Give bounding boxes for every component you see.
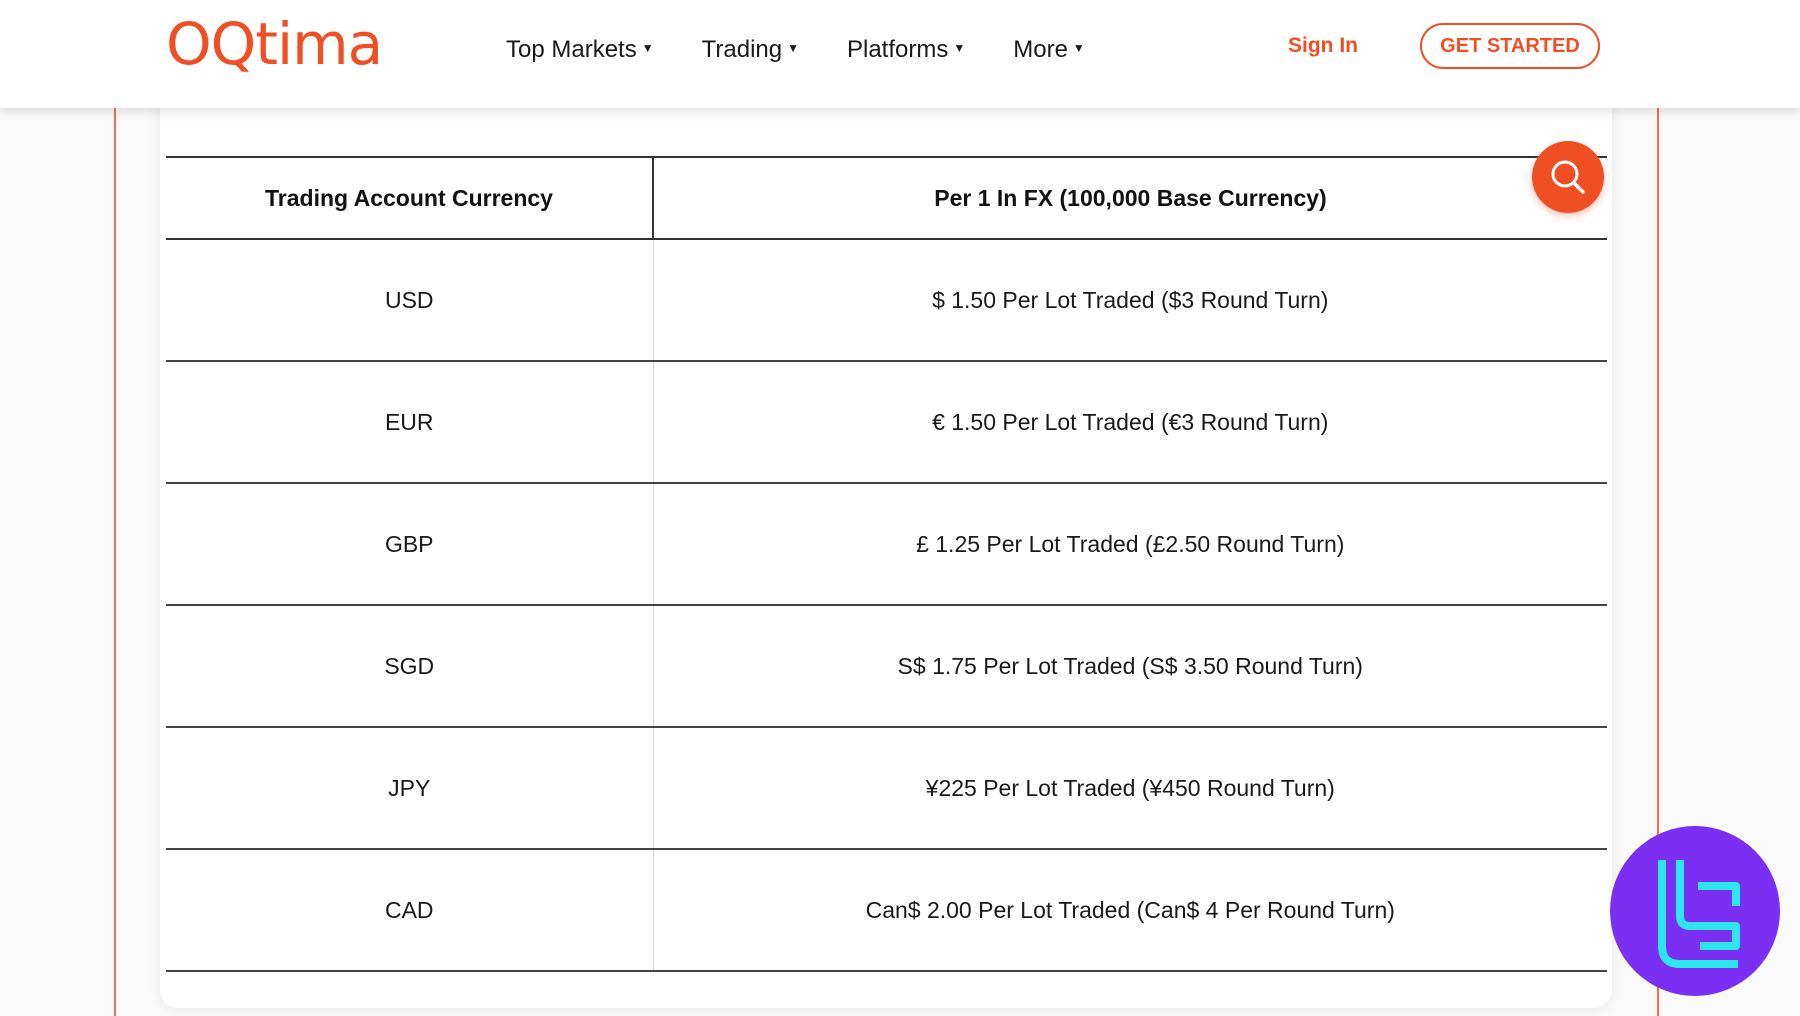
nav-platforms[interactable]: Platforms ▼ [847,30,965,70]
commission-cell: £ 1.25 Per Lot Traded (£2.50 Round Turn) [653,483,1607,606]
table-row: CAD Can$ 2.00 Per Lot Traded (Can$ 4 Per… [166,849,1607,972]
nav-label: Trading [701,36,783,63]
caret-down-icon: ▼ [641,41,654,55]
nav-label: More [1013,36,1068,63]
column-header-commission: Per 1 In FX (100,000 Base Currency) [653,156,1607,240]
brand-badge-icon [1658,860,1740,968]
search-icon [1551,160,1585,194]
nav-trading[interactable]: Trading ▼ [702,30,799,70]
currency-cell: SGD [166,605,654,728]
currency-cell: GBP [166,483,654,606]
frame-line-left [114,108,116,1016]
get-started-button[interactable]: GET STARTED [1420,23,1600,69]
currency-cell: CAD [166,849,654,972]
caret-down-icon: ▼ [953,41,966,55]
table-row: SGD S$ 1.75 Per Lot Traded (S$ 3.50 Roun… [166,605,1607,728]
logo[interactable]: OQtima [166,14,383,74]
commission-cell: ¥225 Per Lot Traded (¥450 Round Turn) [653,727,1607,850]
commission-cell: Can$ 2.00 Per Lot Traded (Can$ 4 Per Rou… [653,849,1607,972]
commission-table: Trading Account Currency Per 1 In FX (10… [166,156,1607,972]
brand-badge[interactable] [1610,826,1780,996]
currency-cell: USD [166,239,654,362]
table-row: JPY ¥225 Per Lot Traded (¥450 Round Turn… [166,727,1607,850]
table-row: USD $ 1.50 Per Lot Traded ($3 Round Turn… [166,239,1607,362]
currency-cell: JPY [166,727,654,850]
caret-down-icon: ▼ [1072,41,1085,55]
commission-cell: $ 1.50 Per Lot Traded ($3 Round Turn) [653,239,1607,362]
site-header: OQtima Top Markets ▼ Trading ▼ Platforms… [0,0,1800,108]
column-header-currency: Trading Account Currency [166,156,654,240]
nav-top-markets[interactable]: Top Markets ▼ [506,30,654,70]
currency-cell: EUR [166,361,654,484]
search-button[interactable] [1532,141,1604,213]
sign-in-link[interactable]: Sign In [1288,34,1358,58]
table-header-row: Trading Account Currency Per 1 In FX (10… [166,156,1607,240]
commission-cell: S$ 1.75 Per Lot Traded (S$ 3.50 Round Tu… [653,605,1607,728]
caret-down-icon: ▼ [787,41,799,55]
table-row: GBP £ 1.25 Per Lot Traded (£2.50 Round T… [166,483,1607,606]
table-row: EUR € 1.50 Per Lot Traded (€3 Round Turn… [166,361,1607,484]
main-nav: Top Markets ▼ Trading ▼ Platforms ▼ More… [506,30,1133,70]
nav-label: Platforms [846,36,949,63]
nav-label: Top Markets [506,36,637,63]
nav-more[interactable]: More ▼ [1013,30,1085,70]
commission-cell: € 1.50 Per Lot Traded (€3 Round Turn) [653,361,1607,484]
